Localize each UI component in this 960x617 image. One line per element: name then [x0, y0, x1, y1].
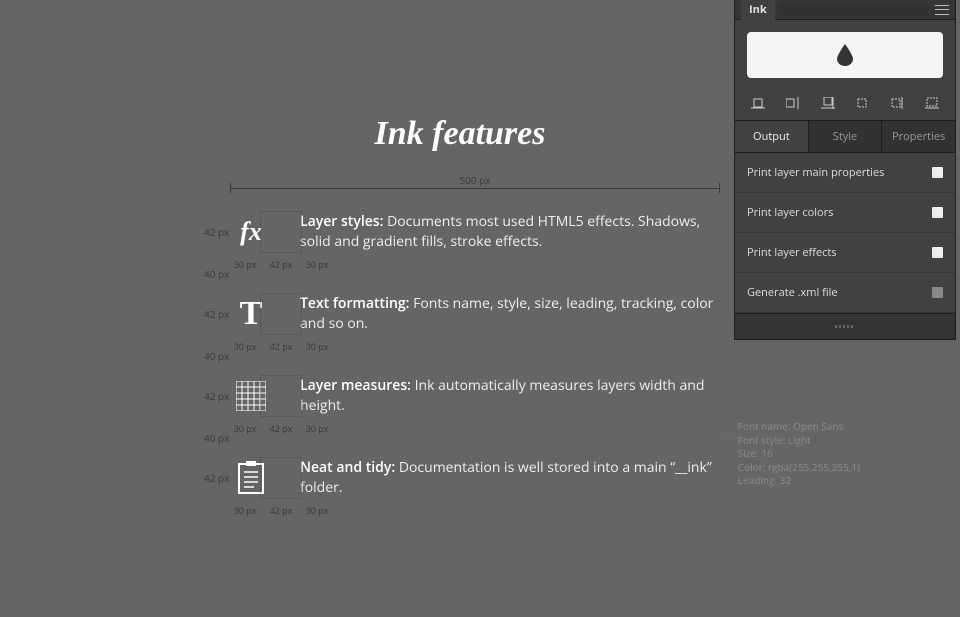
align-option-2-icon[interactable] [784, 96, 802, 110]
feature-text: Layer styles: Documents most used HTML5 … [300, 212, 720, 253]
feature-row: 42 px 40 px Layer measures: Ink automati… [230, 375, 720, 417]
feature-row: 42 px Neat and tidy: Documentation is we… [230, 457, 720, 499]
tab-style[interactable]: Style [809, 121, 883, 152]
align-option-1-icon[interactable] [749, 96, 767, 110]
align-option-4-icon[interactable] [853, 96, 871, 110]
font-info-line: Size: 16 [738, 447, 860, 461]
panel-header-fill [779, 4, 929, 16]
align-option-5-icon[interactable] [888, 96, 906, 110]
align-toolbar [735, 90, 955, 120]
row-height-label: 42 px [204, 471, 229, 485]
clipboard-icon [230, 457, 272, 499]
icon-ruler: 30 px42 px30 px [230, 340, 332, 353]
drop-icon [837, 44, 853, 66]
feature-row: 42 px 40 px T Text formatting: Fonts nam… [230, 293, 720, 335]
row-height-label: 42 px [204, 225, 229, 239]
align-option-3-icon[interactable] [819, 96, 837, 110]
icon-ruler: 30 px42 px30 px [230, 504, 332, 517]
feature-row: 42 px 40 px fx Layer styles: Documents m… [230, 211, 720, 253]
features-list: 42 px 40 px fx Layer styles: Documents m… [200, 211, 720, 499]
align-option-6-icon[interactable] [923, 96, 941, 110]
row-height-label: 42 px [204, 389, 229, 403]
checkbox-icon [932, 247, 943, 258]
font-info-line: Font name: Open Sans [738, 420, 860, 434]
panel-tabs: Output Style Properties [735, 120, 955, 153]
checkbox-icon [932, 287, 943, 298]
row-gap-label: 40 px [204, 431, 229, 445]
option-print-effects[interactable]: Print layer effects [735, 233, 955, 273]
text-icon: T [230, 293, 272, 335]
grip-icon [835, 325, 855, 328]
font-info-line: Color: rgba(255,255,255,1) [738, 461, 860, 475]
grid-icon [230, 375, 272, 417]
icon-ruler: 30 px42 px30 px [230, 258, 332, 271]
page-title: Ink features [200, 115, 720, 153]
font-info-callout: Font name: Open Sans Font style: Light S… [738, 420, 860, 488]
ink-panel: Ink Output Style Properties Print layer … [734, 0, 956, 340]
font-info-line: Leading: 32 [738, 474, 860, 488]
tab-properties[interactable]: Properties [882, 121, 955, 152]
font-info-line: Font style: Light [738, 434, 860, 448]
option-generate-xml[interactable]: Generate .xml file [735, 273, 955, 313]
ruler-width-label: 500 px [459, 173, 490, 187]
panel-resize-bar[interactable] [735, 313, 955, 339]
tab-output[interactable]: Output [735, 121, 809, 152]
icon-ruler: 30 px42 px30 px [230, 422, 332, 435]
row-gap-label: 40 px [204, 267, 229, 281]
feature-text: Layer measures: Ink automatically measur… [300, 376, 720, 417]
feature-text: Neat and tidy: Documentation is well sto… [300, 458, 720, 499]
checkbox-icon [932, 167, 943, 178]
connector-line [718, 436, 738, 437]
panel-menu-icon[interactable] [935, 5, 949, 15]
main-content: Ink features 500 px 42 px 40 px fx Layer… [200, 115, 720, 499]
option-print-main-properties[interactable]: Print layer main properties [735, 153, 955, 193]
row-height-label: 42 px [204, 307, 229, 321]
panel-header: Ink [735, 0, 955, 20]
row-gap-label: 40 px [204, 349, 229, 363]
feature-text: Text formatting: Fonts name, style, size… [300, 294, 720, 335]
width-ruler: 500 px [230, 181, 720, 195]
panel-tab-ink[interactable]: Ink [741, 0, 775, 20]
option-print-colors[interactable]: Print layer colors [735, 193, 955, 233]
ink-document-button[interactable] [747, 32, 943, 78]
checkbox-icon [932, 207, 943, 218]
fx-icon: fx [230, 211, 272, 253]
